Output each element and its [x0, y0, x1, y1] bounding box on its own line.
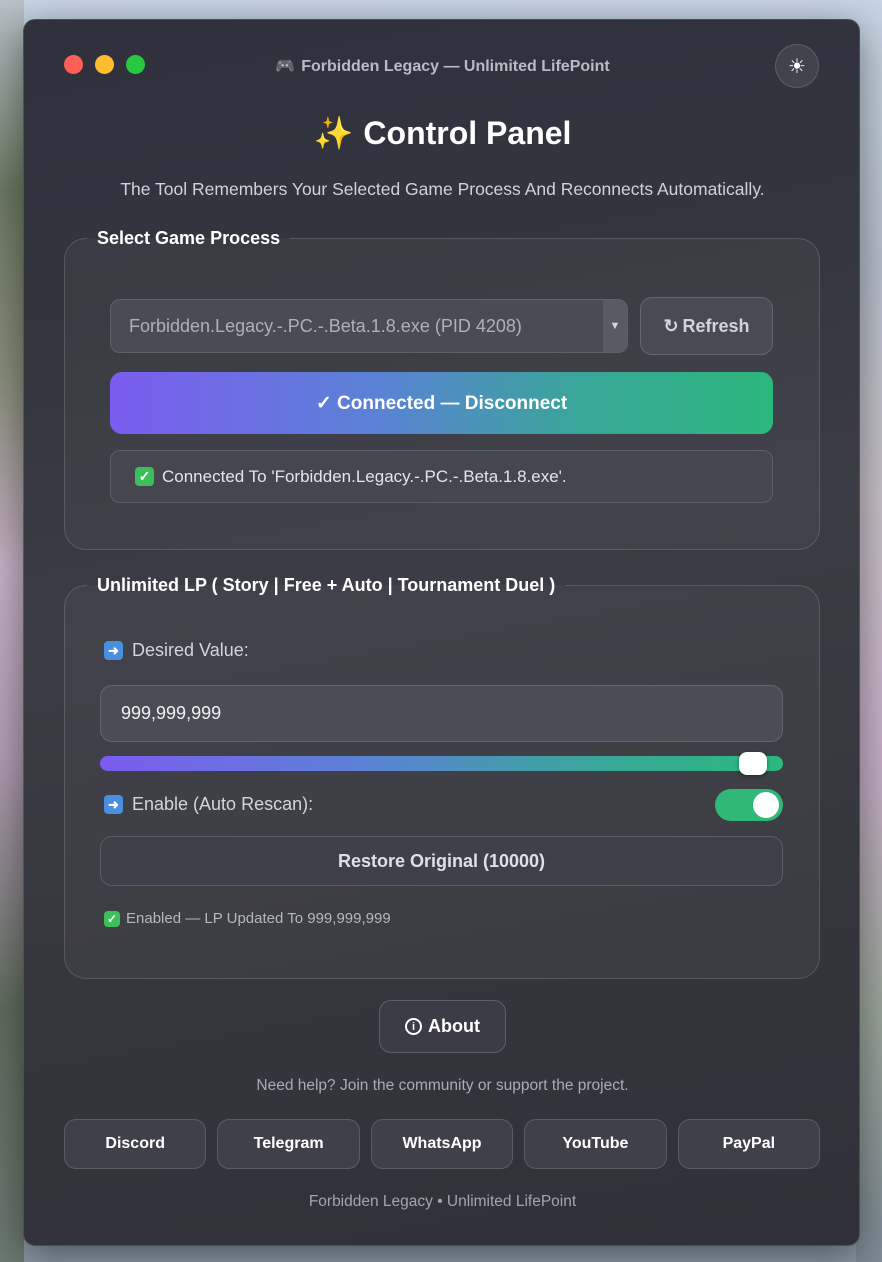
connection-status-text: Connected To 'Forbidden.Legacy.-.PC.-.Be…	[162, 466, 567, 486]
background-left	[0, 0, 24, 1262]
info-icon: i	[405, 1018, 422, 1035]
page-title: ✨ Control Panel	[24, 114, 859, 152]
refresh-icon: ↻	[663, 315, 679, 336]
connection-status: ✓ Connected To 'Forbidden.Legacy.-.PC.-.…	[110, 450, 773, 503]
discord-button[interactable]: Discord	[64, 1119, 207, 1169]
theme-toggle-button[interactable]: ☀	[775, 44, 819, 88]
refresh-button[interactable]: ↻ Refresh	[640, 297, 773, 355]
paypal-button[interactable]: PayPal	[677, 1119, 821, 1169]
lp-status-text: Enabled — LP Updated To 999,999,999	[126, 910, 391, 927]
process-select-value: Forbidden.Legacy.-.PC.-.Beta.1.8.exe (PI…	[129, 316, 522, 336]
gamepad-icon: 🎮	[275, 58, 296, 75]
window-title-text: Forbidden Legacy — Unlimited LifePoint	[301, 58, 610, 75]
refresh-label: Refresh	[682, 315, 750, 336]
footer-text: Forbidden Legacy • Unlimited LifePoint	[308, 1193, 577, 1210]
enable-label-text: Enable (Auto Rescan):	[132, 794, 314, 814]
page-subtitle: The Tool Remembers Your Selected Game Pr…	[120, 179, 765, 199]
toggle-knob	[753, 792, 779, 818]
desired-value-label: ➜ Desired Value:	[104, 640, 249, 661]
about-label: About	[428, 1016, 480, 1036]
sun-icon: ☀	[788, 55, 806, 78]
window-title: 🎮 Forbidden Legacy — Unlimited LifePoint	[24, 56, 859, 76]
help-text: Need help? Join the community or support…	[256, 1077, 629, 1094]
arrow-right-icon: ➜	[104, 795, 123, 814]
social-links: Discord Telegram WhatsApp YouTube PayPal	[64, 1119, 821, 1169]
connect-disconnect-button[interactable]: ✓ Connected — Disconnect	[110, 372, 773, 434]
enable-auto-rescan-label: ➜ Enable (Auto Rescan):	[104, 794, 313, 815]
desired-value-label-text: Desired Value:	[132, 640, 249, 660]
desired-value-slider[interactable]	[100, 752, 783, 775]
check-icon: ✓	[135, 467, 154, 486]
whatsapp-button[interactable]: WhatsApp	[370, 1119, 514, 1169]
restore-original-button[interactable]: Restore Original (10000)	[100, 836, 783, 886]
page-title-text: Control Panel	[363, 115, 572, 151]
lp-group-legend: Unlimited LP ( Story | Free + Auto | Tou…	[97, 575, 556, 595]
sparkles-icon: ✨	[313, 115, 354, 151]
lp-status: ✓ Enabled — LP Updated To 999,999,999	[104, 910, 391, 927]
process-select[interactable]: Forbidden.Legacy.-.PC.-.Beta.1.8.exe (PI…	[110, 299, 628, 353]
desired-value-input[interactable]: 999,999,999	[100, 685, 783, 742]
auto-rescan-toggle[interactable]	[715, 789, 783, 821]
arrow-right-icon: ➜	[104, 641, 123, 660]
check-icon: ✓	[104, 910, 120, 927]
process-group-legend: Select Game Process	[97, 228, 281, 248]
telegram-button[interactable]: Telegram	[217, 1119, 360, 1169]
about-button[interactable]: i About	[379, 1000, 506, 1053]
dropdown-arrow-icon[interactable]: ▼	[603, 300, 627, 352]
slider-thumb[interactable]	[739, 752, 767, 775]
app-window: 🎮 Forbidden Legacy — Unlimited LifePoint …	[23, 19, 860, 1246]
youtube-button[interactable]: YouTube	[524, 1119, 667, 1169]
